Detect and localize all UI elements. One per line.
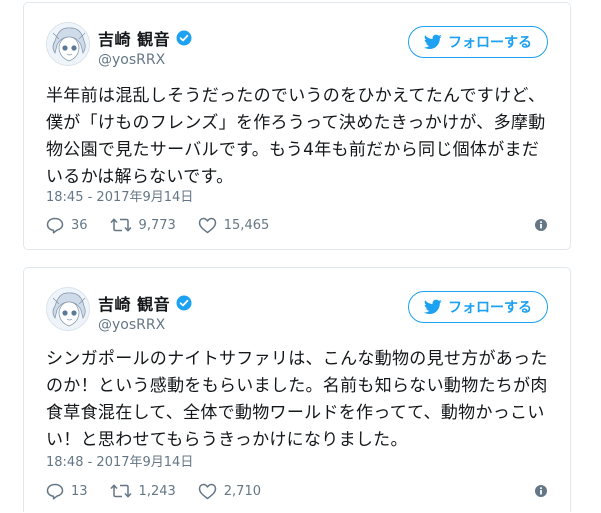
author-name-row[interactable]: 吉崎 観音 [98, 292, 193, 314]
avatar-illustration-icon [47, 23, 89, 65]
tweet-actions: 13 1,243 2,710 [46, 481, 548, 501]
follow-button-label: フォローする [448, 35, 532, 51]
twitter-bird-icon [424, 299, 442, 314]
retweet-icon [109, 218, 132, 232]
author-name-row[interactable]: 吉崎 観音 [98, 27, 193, 49]
like-count: 2,710 [223, 483, 261, 499]
reply-action[interactable]: 36 [46, 217, 88, 234]
display-name[interactable]: 吉崎 観音 [98, 291, 170, 315]
tweet-card: 吉崎 観音 @yosRRX フォローする シンガポールのナイトサファリは、こんな… [23, 267, 571, 512]
follow-button-label: フォローする [448, 300, 532, 316]
verified-badge-icon [176, 295, 192, 311]
reply-icon [46, 217, 64, 234]
reply-count: 13 [71, 483, 88, 499]
verified-badge-icon [176, 30, 192, 46]
retweet-action[interactable]: 9,773 [109, 217, 176, 233]
retweet-count: 1,243 [138, 483, 176, 499]
author-handle[interactable]: @yosRRX [98, 317, 165, 333]
retweet-count: 9,773 [138, 217, 176, 233]
heart-icon [198, 217, 217, 233]
follow-button[interactable]: フォローする [408, 291, 548, 323]
twitter-bird-icon [424, 34, 442, 49]
like-action[interactable]: 15,465 [198, 217, 270, 234]
avatar[interactable] [46, 287, 90, 331]
heart-icon [198, 483, 217, 499]
info-icon[interactable] [534, 484, 548, 498]
tweet-text: 半年前は混乱しそうだったのでいうのをひかえてたんですけど、僕が「けものフレンズ」… [46, 86, 546, 187]
display-name[interactable]: 吉崎 観音 [98, 26, 170, 50]
reply-icon [46, 483, 64, 500]
reply-action[interactable]: 13 [46, 483, 88, 500]
avatar[interactable] [46, 22, 90, 66]
like-count: 15,465 [223, 217, 270, 233]
tweet-actions: 36 9,773 15,465 [46, 215, 548, 235]
retweet-icon [109, 484, 132, 498]
tweet-timestamp[interactable]: 18:45 - 2017年9月14日 [46, 186, 193, 205]
info-icon[interactable] [534, 218, 548, 232]
tweet-card: 吉崎 観音 @yosRRX フォローする 半年前は混乱しそうだったのでいうのをひ… [23, 2, 571, 250]
author-handle[interactable]: @yosRRX [98, 52, 165, 68]
reply-count: 36 [71, 217, 88, 233]
tweet-text: シンガポールのナイトサファリは、こんな動物の見せ方があったのか！という感動をもら… [46, 349, 548, 450]
follow-button[interactable]: フォローする [408, 26, 548, 58]
like-action[interactable]: 2,710 [198, 483, 261, 500]
retweet-action[interactable]: 1,243 [109, 483, 176, 499]
avatar-illustration-icon [47, 288, 89, 330]
tweet-timestamp[interactable]: 18:48 - 2017年9月14日 [46, 451, 193, 470]
